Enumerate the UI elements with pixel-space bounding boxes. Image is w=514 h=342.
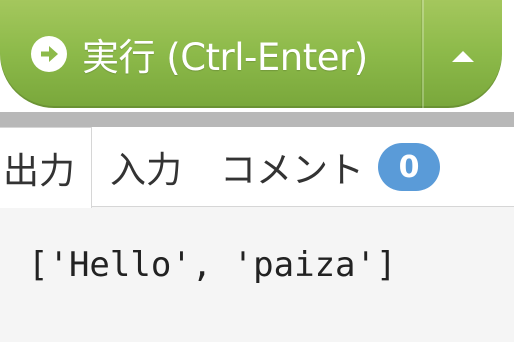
tab-output[interactable]: 出力 xyxy=(0,127,92,208)
tab-input[interactable]: 入力 xyxy=(110,127,182,207)
tab-output-label: 出力 xyxy=(3,151,76,192)
run-options-toggle[interactable] xyxy=(424,0,502,108)
run-button-label: 実行 (Ctrl-Enter) xyxy=(82,36,368,79)
caret-up-icon xyxy=(452,50,474,62)
run-button-group: 実行 (Ctrl-Enter) xyxy=(0,0,502,108)
run-button[interactable]: 実行 (Ctrl-Enter) xyxy=(0,0,420,108)
arrow-circle-right-icon xyxy=(31,36,67,72)
separator-bar xyxy=(0,112,514,127)
tab-comment-label: コメント xyxy=(220,150,365,191)
output-panel: ['Hello', 'paiza'] xyxy=(0,207,514,342)
output-text: ['Hello', 'paiza'] xyxy=(28,245,397,285)
comment-count-badge: 0 xyxy=(378,143,441,191)
result-tabs: 出力 入力 コメント 0 xyxy=(0,127,514,208)
tab-comment[interactable]: コメント 0 xyxy=(220,127,441,207)
tab-input-label: 入力 xyxy=(110,150,183,191)
